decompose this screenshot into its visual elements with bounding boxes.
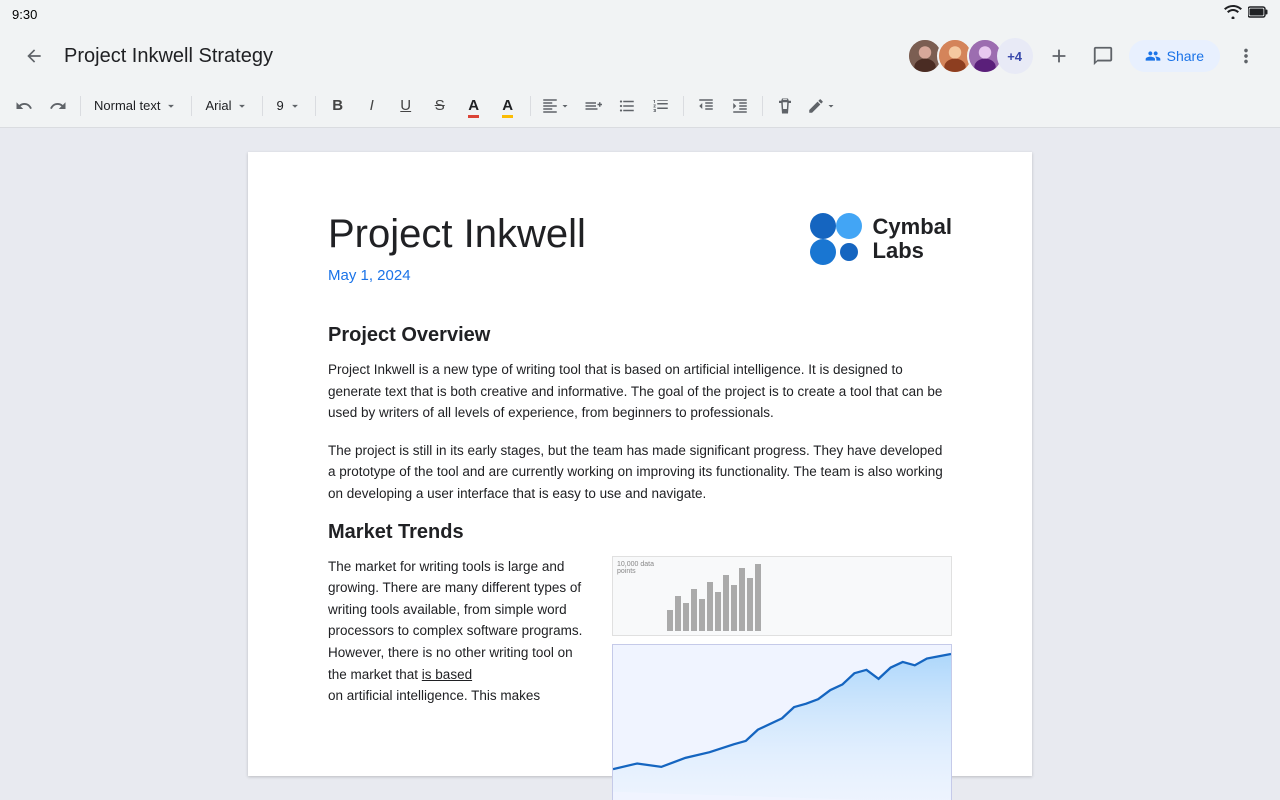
decrease-indent-button[interactable] (690, 90, 722, 122)
market-heading: Market Trends (328, 521, 952, 544)
highlight-button[interactable]: A (492, 90, 524, 122)
chart-bar (731, 585, 737, 631)
charts-area: 10,000 data points (612, 556, 952, 800)
italic-button[interactable]: I (356, 90, 388, 122)
chart-bar (675, 596, 681, 631)
bullet-list-button[interactable] (611, 90, 643, 122)
nav-right: +4 Share (907, 38, 1264, 74)
chart-bar (747, 578, 753, 631)
back-button[interactable] (16, 38, 52, 74)
title-date-block: Project Inkwell May 1, 2024 (328, 212, 586, 284)
underline-label: U (400, 97, 411, 114)
divider-6 (683, 96, 684, 116)
divider-1 (80, 96, 81, 116)
large-line-chart (612, 644, 952, 800)
text-color-button[interactable]: A (458, 90, 490, 122)
formatting-toolbar: Normal text Arial 9 B I U S A A (0, 84, 1280, 128)
bold-button[interactable]: B (322, 90, 354, 122)
document-header: Project Inkwell May 1, 2024 Cymbal Labs (328, 212, 952, 284)
strikethrough-label: S (435, 97, 445, 114)
chart-labels: 10,000 data points (617, 561, 667, 631)
document-date: May 1, 2024 (328, 267, 586, 284)
paragraph-style-selector[interactable]: Normal text (87, 90, 185, 122)
small-bar-chart: 10,000 data points (612, 556, 952, 636)
strikethrough-button[interactable]: S (424, 90, 456, 122)
share-label: Share (1167, 48, 1204, 64)
font-size-selector[interactable]: 9 (269, 90, 308, 122)
redo-button[interactable] (42, 90, 74, 122)
underline-button[interactable]: U (390, 90, 422, 122)
comment-button[interactable] (1085, 38, 1121, 74)
status-bar: 9:30 (0, 0, 1280, 28)
italic-label: I (370, 97, 374, 114)
chart-bar (683, 603, 689, 631)
size-value: 9 (276, 98, 283, 113)
chart-bar (691, 589, 697, 631)
extra-avatars-count[interactable]: +4 (997, 38, 1033, 74)
numbered-list-button[interactable] (645, 90, 677, 122)
divider-2 (191, 96, 192, 116)
chart-bar (715, 592, 721, 631)
chart-bars-container (667, 561, 947, 631)
chart-bar (667, 610, 673, 631)
cymbal-subtitle: Labs (873, 239, 952, 263)
market-underline-text: is based (422, 667, 472, 682)
document-main-title: Project Inkwell (328, 212, 586, 257)
clear-format-button[interactable] (769, 90, 801, 122)
cymbal-logo-icon (809, 212, 863, 266)
edit-mode-button[interactable] (803, 90, 841, 122)
chart-label-top: 10,000 data points (617, 561, 667, 575)
wifi-icon (1224, 5, 1242, 24)
overview-paragraph-2: The project is still in its early stages… (328, 440, 952, 505)
market-text-block: The market for writing tools is large an… (328, 556, 592, 800)
font-value: Arial (205, 98, 231, 113)
more-options-button[interactable] (1228, 38, 1264, 74)
chart-bar (755, 564, 761, 631)
bold-label: B (332, 97, 343, 114)
increase-indent-button[interactable] (724, 90, 756, 122)
chart-bar (699, 599, 705, 631)
checklist-button[interactable] (577, 90, 609, 122)
divider-7 (762, 96, 763, 116)
top-nav: Project Inkwell Strategy +4 Share (0, 28, 1280, 84)
chart-bar (739, 568, 745, 631)
style-value: Normal text (94, 98, 160, 113)
add-collaborator-button[interactable] (1041, 38, 1077, 74)
divider-4 (315, 96, 316, 116)
market-trends-section: Market Trends The market for writing too… (328, 521, 952, 800)
market-content: The market for writing tools is large an… (328, 556, 952, 800)
status-icons (1224, 5, 1268, 24)
collaborator-avatars: +4 (907, 38, 1033, 74)
share-button[interactable]: Share (1129, 40, 1220, 72)
document-title: Project Inkwell Strategy (64, 45, 895, 68)
overview-paragraph-1: Project Inkwell is a new type of writing… (328, 359, 952, 424)
divider-3 (262, 96, 263, 116)
project-overview-section: Project Overview Project Inkwell is a ne… (328, 324, 952, 505)
line-chart-svg (613, 645, 951, 800)
cymbal-text: Cymbal Labs (873, 215, 952, 263)
document-area: Project Inkwell May 1, 2024 Cymbal Labs (0, 128, 1280, 800)
chart-bar (723, 575, 729, 631)
cymbal-company: Cymbal (873, 215, 952, 239)
status-time: 9:30 (12, 7, 37, 22)
undo-button[interactable] (8, 90, 40, 122)
chart-bar (707, 582, 713, 631)
divider-5 (530, 96, 531, 116)
battery-icon (1248, 5, 1268, 23)
document-page: Project Inkwell May 1, 2024 Cymbal Labs (248, 152, 1032, 776)
alignment-button[interactable] (537, 90, 575, 122)
font-selector[interactable]: Arial (198, 90, 256, 122)
overview-heading: Project Overview (328, 324, 952, 347)
cymbal-logo: Cymbal Labs (809, 212, 952, 266)
